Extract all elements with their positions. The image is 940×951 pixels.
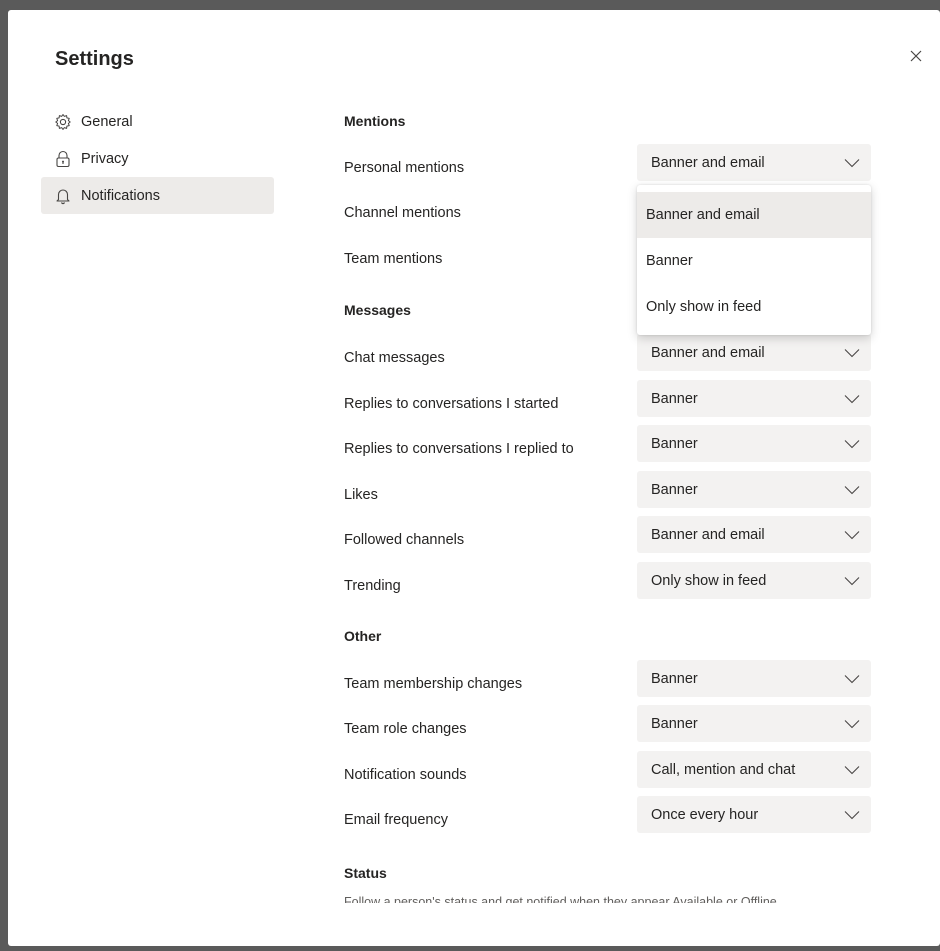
chevron-down-icon [837, 144, 867, 181]
select-value: Only show in feed [651, 572, 767, 589]
row-label: Likes [344, 487, 378, 503]
personal-mentions-dropdown-menu: Banner and email Banner Only show in fee… [637, 185, 871, 335]
select-value: Banner [651, 390, 698, 407]
dropdown-option-banner[interactable]: Banner [637, 238, 871, 284]
team-membership-select[interactable]: Banner [637, 660, 871, 697]
select-value: Banner [651, 670, 698, 687]
chevron-down-icon [837, 562, 867, 599]
row-label: Team mentions [344, 251, 443, 267]
row-label: Followed channels [344, 532, 465, 548]
select-value: Banner [651, 715, 698, 732]
team-role-select[interactable]: Banner [637, 705, 871, 742]
trending-select[interactable]: Only show in feed [637, 562, 871, 599]
row-label: Replies to conversations I replied to [344, 441, 574, 457]
chevron-down-icon [837, 660, 867, 697]
select-value: Banner [651, 435, 698, 452]
row-label: Team role changes [344, 721, 467, 737]
select-value: Once every hour [651, 806, 759, 823]
replies-replied-select[interactable]: Banner [637, 425, 871, 462]
replies-started-select[interactable]: Banner [637, 380, 871, 417]
dropdown-option-banner-and-email[interactable]: Banner and email [637, 192, 871, 238]
chevron-down-icon [837, 705, 867, 742]
row-label: Trending [344, 578, 401, 594]
email-frequency-select[interactable]: Once every hour [637, 796, 871, 833]
row-label: Notification sounds [344, 767, 467, 783]
row-label: Email frequency [344, 812, 448, 828]
chevron-down-icon [837, 334, 867, 371]
select-value: Call, mention and chat [651, 761, 796, 778]
chevron-down-icon [837, 471, 867, 508]
dropdown-option-only-show-in-feed[interactable]: Only show in feed [637, 284, 871, 330]
chevron-down-icon [837, 516, 867, 553]
chevron-down-icon [837, 751, 867, 788]
settings-dialog: Settings General Privacy Notifications M… [8, 10, 940, 946]
section-title-mentions: Mentions [344, 113, 406, 129]
followed-channels-select[interactable]: Banner and email [637, 516, 871, 553]
likes-select[interactable]: Banner [637, 471, 871, 508]
select-value: Banner and email [651, 344, 765, 361]
section-title-messages: Messages [344, 302, 411, 318]
row-label: Replies to conversations I started [344, 396, 559, 412]
select-value: Banner and email [651, 526, 765, 543]
row-label: Team membership changes [344, 676, 523, 692]
notifications-panel: Mentions Personal mentions Banner and em… [8, 10, 940, 946]
row-label: Chat messages [344, 350, 445, 366]
chevron-down-icon [837, 425, 867, 462]
row-label: Channel mentions [344, 205, 461, 221]
select-value: Banner and email [651, 154, 765, 171]
chevron-down-icon [837, 796, 867, 833]
section-title-other: Other [344, 628, 382, 644]
section-title-status: Status [344, 865, 387, 881]
chevron-down-icon [837, 380, 867, 417]
row-label: Personal mentions [344, 160, 465, 176]
chat-messages-select[interactable]: Banner and email [637, 334, 871, 371]
personal-mentions-select[interactable]: Banner and email [637, 144, 871, 181]
select-value: Banner [651, 481, 698, 498]
notification-sounds-select[interactable]: Call, mention and chat [637, 751, 871, 788]
status-description: Follow a person's status and get notifie… [344, 895, 781, 903]
